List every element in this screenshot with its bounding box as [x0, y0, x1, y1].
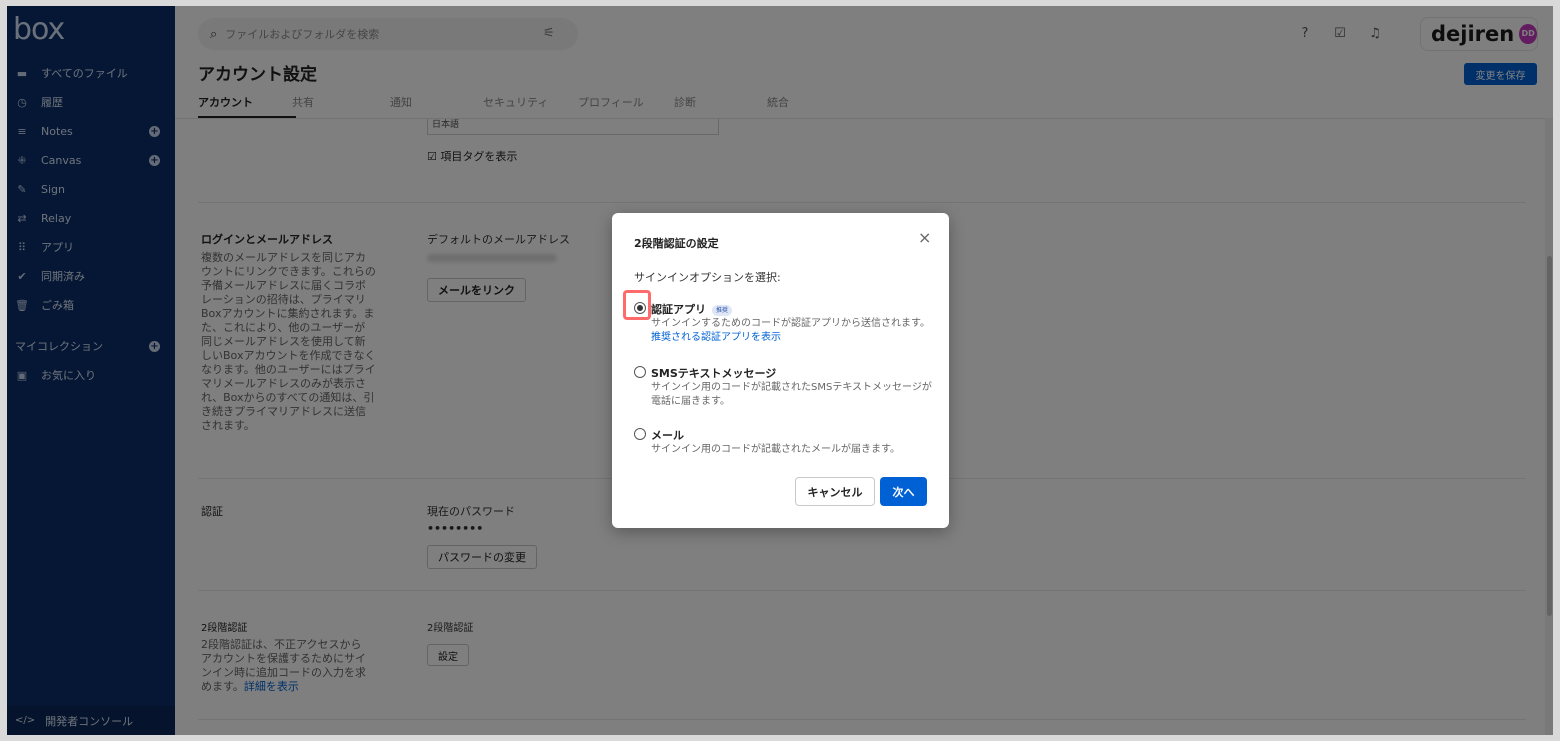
option-title: 認証アプリ 推奨	[651, 301, 733, 317]
twofa-setup-dialog: 2段階認証の設定 × サインインオプションを選択: 認証アプリ 推奨 サインインす…	[612, 213, 949, 528]
selection-highlight	[623, 290, 651, 320]
option-title: SMSテキストメッセージ	[651, 367, 777, 380]
option-description: サインイン用のコードが記載されたメールが届きます。	[651, 444, 900, 455]
cancel-button[interactable]: キャンセル	[795, 477, 875, 506]
option-title-text: 認証アプリ	[651, 303, 706, 316]
radio-sms[interactable]	[634, 366, 646, 378]
option-description-text: サインインするためのコードが認証アプリから送信されます。	[651, 318, 930, 329]
dialog-subtitle: サインインオプションを選択:	[634, 271, 781, 284]
option-description: サインイン用のコードが記載されたSMSテキストメッセージが電話に届きます。	[651, 382, 932, 407]
option-authenticator-app[interactable]: 認証アプリ 推奨 サインインするためのコードが認証アプリから送信されます。 推奨さ…	[634, 300, 934, 348]
next-button[interactable]: 次へ	[880, 477, 927, 506]
recommended-badge: 推奨	[712, 304, 733, 316]
option-title: メール	[651, 429, 684, 442]
close-icon[interactable]: ×	[918, 228, 931, 247]
dialog-title: 2段階認証の設定	[634, 237, 719, 250]
recommended-apps-link[interactable]: 推奨される認証アプリを表示	[651, 332, 781, 343]
option-email[interactable]: メール サインイン用のコードが記載されたメールが届きます。	[634, 426, 934, 460]
app-window: box ▬ すべてのファイル ◷ 履歴 ≡ Notes + ⁜ Canvas +…	[7, 6, 1553, 735]
option-description: サインインするためのコードが認証アプリから送信されます。 推奨される認証アプリを…	[651, 317, 936, 345]
option-sms[interactable]: SMSテキストメッセージ サインイン用のコードが記載されたSMSテキストメッセー…	[634, 364, 934, 408]
radio-email[interactable]	[634, 428, 646, 440]
